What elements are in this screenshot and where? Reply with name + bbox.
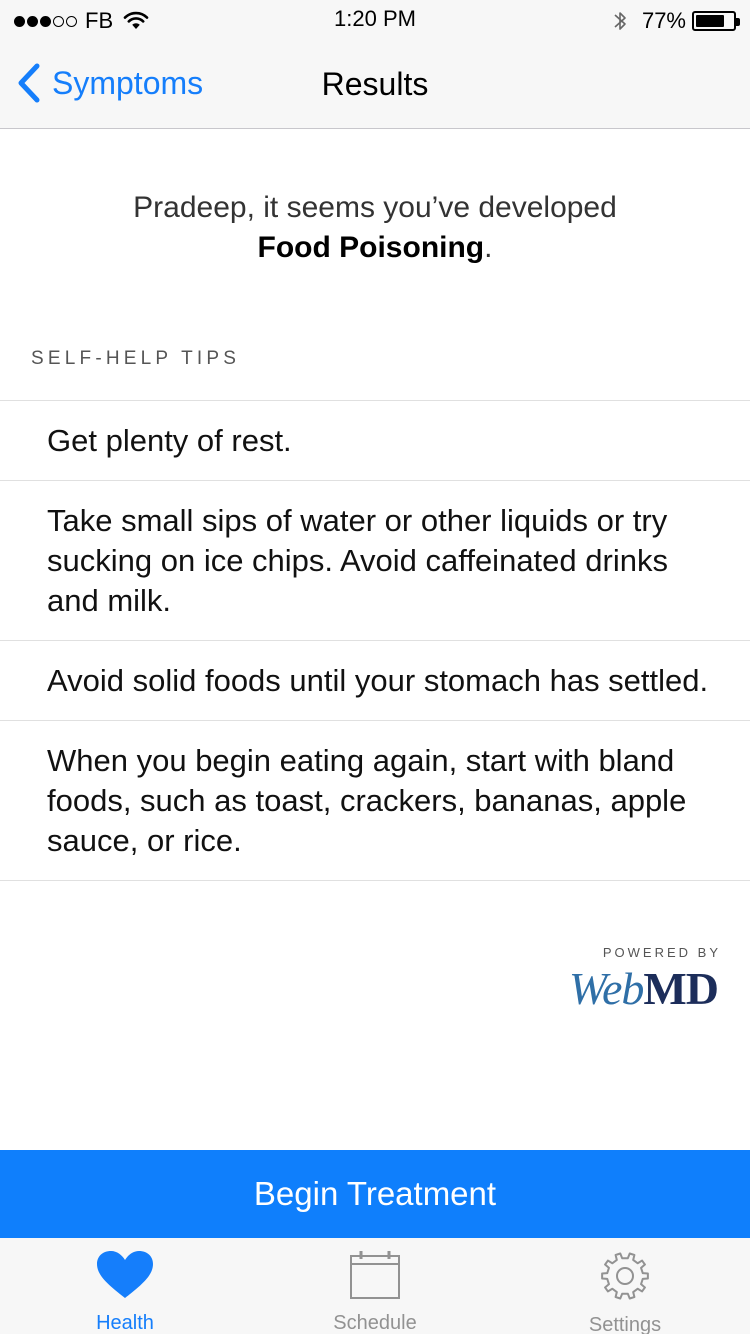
diagnosis-result-line: Food Poisoning. (0, 228, 750, 268)
powered-by-label: POWERED BY (602, 945, 721, 960)
begin-treatment-button[interactable]: Begin Treatment (0, 1150, 750, 1238)
diagnosis-punctuation: . (484, 231, 493, 264)
tab-bar: Health Schedule Settings (0, 1238, 750, 1334)
powered-by: POWERED BY WebMD (538, 945, 721, 1014)
diagnosis-message: Pradeep, it seems you’ve developed Food … (0, 188, 750, 268)
battery-level (696, 15, 724, 27)
heart-icon (95, 1250, 155, 1300)
section-header: SELF-HELP TIPS (31, 348, 241, 369)
navigation-bar: Symptoms Results (0, 40, 750, 129)
tip-item: Avoid solid foods until your stomach has… (0, 641, 750, 721)
status-bar: FB 1:20 PM 77% (0, 0, 750, 40)
tab-label: Settings (588, 1314, 662, 1334)
tip-item: Get plenty of rest. (0, 401, 750, 481)
tip-item: When you begin eating again, start with … (0, 721, 750, 881)
webmd-logo-md: MD (643, 963, 719, 1014)
battery-tip (736, 18, 740, 26)
tab-health[interactable]: Health (0, 1238, 250, 1334)
webmd-logo-web: Web (568, 963, 645, 1014)
screen: FB 1:20 PM 77% Symptoms Results Pradeep,… (0, 0, 750, 1334)
gear-icon (595, 1250, 655, 1302)
diagnosis-condition: Food Poisoning (257, 231, 485, 264)
battery-icon (692, 11, 740, 31)
tab-label: Schedule (333, 1312, 417, 1334)
bluetooth-icon (614, 12, 626, 30)
tab-settings[interactable]: Settings (500, 1238, 750, 1334)
diagnosis-intro: Pradeep, it seems you’ve developed (133, 191, 617, 224)
tab-schedule[interactable]: Schedule (250, 1238, 500, 1334)
tab-label: Health (96, 1312, 154, 1334)
calendar-icon (345, 1250, 405, 1300)
tip-item: Take small sips of water or other liquid… (0, 481, 750, 641)
gear-outline (601, 1252, 649, 1300)
battery-percent: 77% (641, 8, 686, 33)
tips-list: Get plenty of rest. Take small sips of w… (0, 400, 750, 881)
page-title: Results (321, 66, 429, 102)
status-right: 77% (612, 7, 740, 35)
webmd-logo: WebMD (538, 963, 719, 1014)
